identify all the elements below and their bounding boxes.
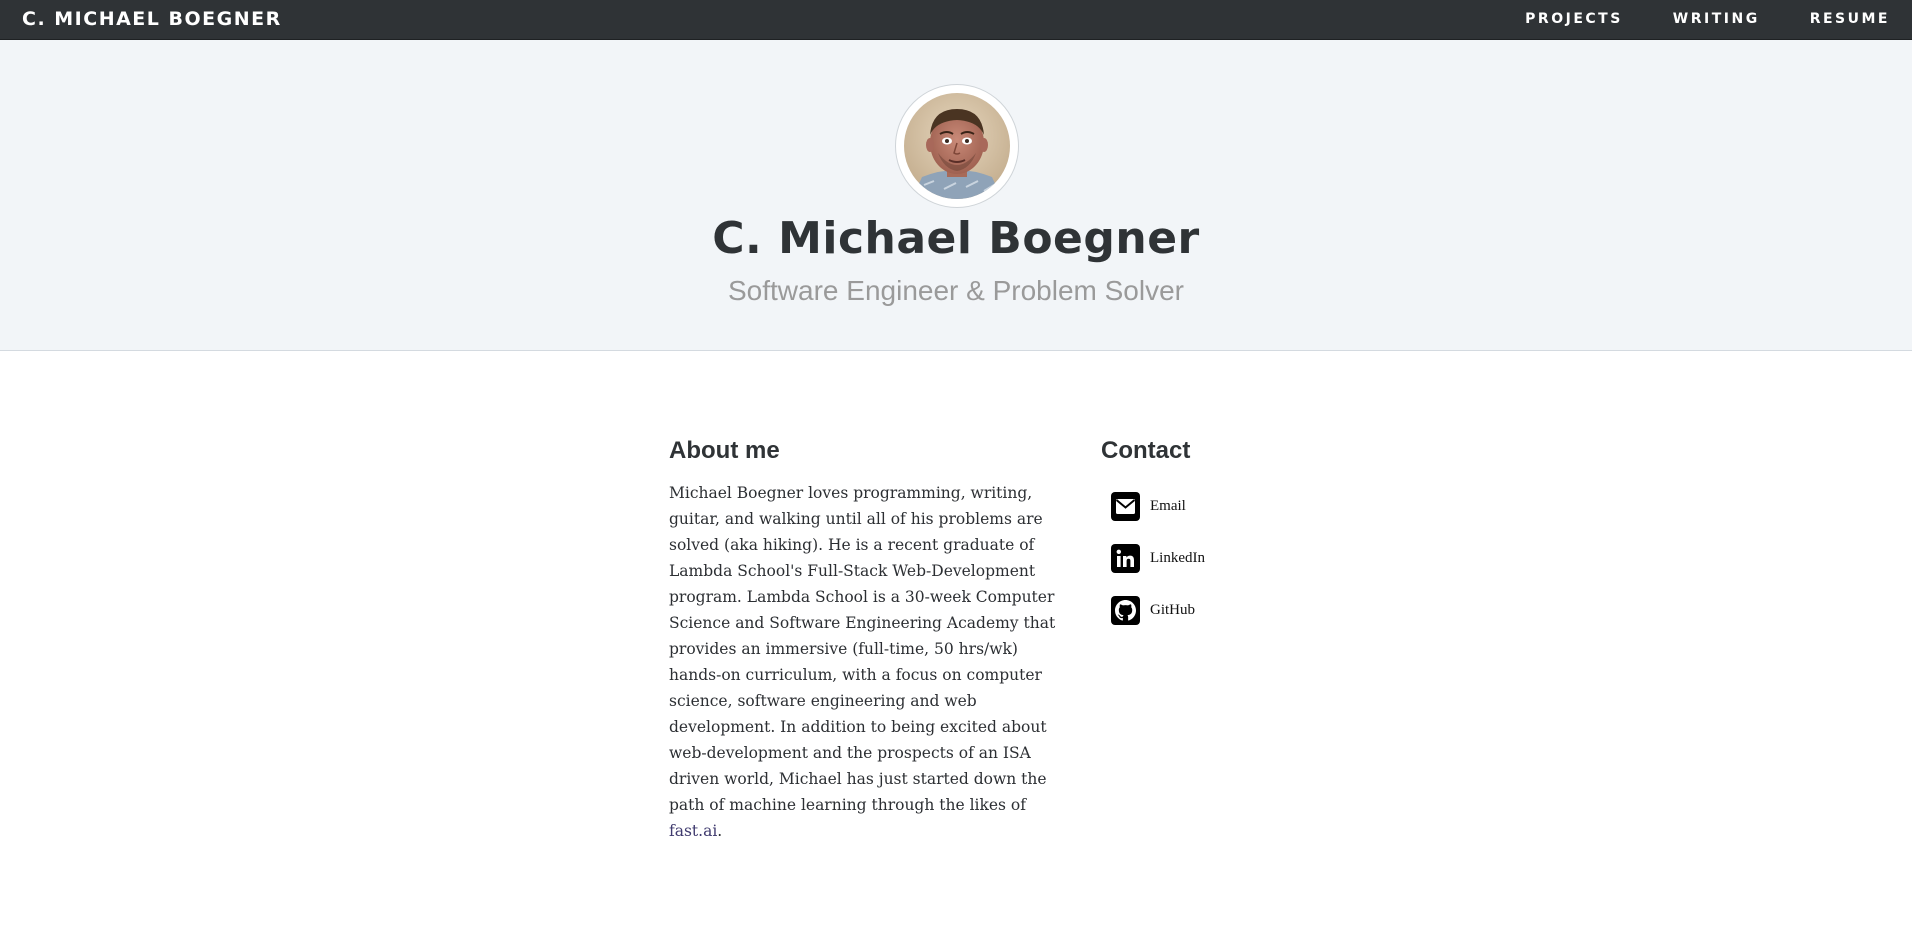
contact-label: LinkedIn: [1150, 549, 1205, 566]
contact-label: Email: [1150, 497, 1186, 514]
contact-list-item: GitHub: [1101, 584, 1361, 636]
nav-link-writing[interactable]: WRITING: [1673, 11, 1760, 27]
page-title: C. Michael Boegner: [712, 213, 1200, 264]
site-brand-link[interactable]: C. MICHAEL BOEGNER: [22, 0, 282, 38]
about-section: About me Michael Boegner loves programmi…: [669, 434, 1061, 844]
contact-github-link[interactable]: GitHub: [1101, 584, 1361, 636]
about-body-end: .: [717, 822, 723, 840]
about-heading: About me: [669, 437, 780, 464]
contact-list-item: LinkedIn: [1101, 532, 1361, 584]
profile-photo-image: [904, 93, 1010, 199]
linkedin-icon: [1111, 543, 1140, 573]
contact-label: GitHub: [1150, 601, 1195, 618]
contact-list: Email LinkedIn GitHub: [1101, 480, 1361, 636]
nav-link-resume[interactable]: RESUME: [1810, 11, 1890, 27]
contact-heading: Contact: [1101, 437, 1191, 464]
page-subtitle: Software Engineer & Problem Solver: [728, 275, 1184, 306]
top-navbar: C. MICHAEL BOEGNER PROJECTS WRITING RESU…: [0, 0, 1912, 40]
envelope-icon: [1111, 491, 1140, 521]
about-body-text: Michael Boegner loves programming, writi…: [669, 484, 1056, 814]
contact-linkedin-link[interactable]: LinkedIn: [1101, 532, 1361, 584]
avatar: [904, 93, 1010, 199]
contact-list-item: Email: [1101, 480, 1361, 532]
contact-section: Contact Email LinkedIn GitHub: [1101, 434, 1361, 636]
avatar-frame: [895, 84, 1019, 208]
contact-email-link[interactable]: Email: [1101, 480, 1361, 532]
nav-links: PROJECTS WRITING RESUME: [1475, 0, 1912, 38]
about-paragraph: Michael Boegner loves programming, writi…: [669, 480, 1061, 844]
hero-header: C. Michael Boegner Software Engineer & P…: [0, 40, 1912, 351]
github-icon: [1111, 595, 1140, 625]
nav-link-projects[interactable]: PROJECTS: [1525, 11, 1623, 27]
fast-ai-link[interactable]: fast.ai: [669, 822, 717, 840]
